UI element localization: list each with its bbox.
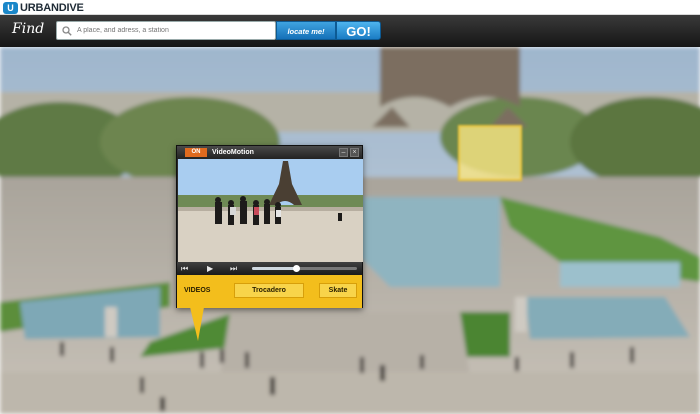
play-icon[interactable]: ▶ bbox=[207, 263, 213, 274]
brand-bar: U URBANDIVE bbox=[0, 0, 700, 15]
logo-mark: U bbox=[3, 1, 18, 14]
minimize-icon[interactable]: – bbox=[339, 148, 348, 157]
close-icon[interactable]: × bbox=[350, 148, 359, 157]
logo-text: URBANDIVE bbox=[20, 1, 84, 14]
progress-bar[interactable] bbox=[252, 265, 357, 272]
forward-icon[interactable]: ⏭ bbox=[230, 263, 237, 274]
urbandive-page: U URBANDIVE Find locate me! GO! bbox=[0, 0, 700, 414]
go-button[interactable]: GO! bbox=[336, 21, 381, 40]
search-input[interactable] bbox=[77, 22, 273, 39]
find-label: Find bbox=[12, 21, 45, 37]
search-box[interactable] bbox=[56, 21, 276, 40]
urbandive-logo[interactable]: U URBANDIVE bbox=[3, 1, 84, 14]
rewind-icon[interactable]: ⏮ bbox=[181, 263, 188, 274]
video-controls: ⏮ ▶ ⏭ bbox=[177, 262, 362, 275]
popup-title: VideoMotion bbox=[212, 149, 254, 156]
find-bar: Find locate me! GO! bbox=[0, 15, 700, 47]
popup-header: ON VideoMotion – × bbox=[177, 146, 362, 159]
video-player[interactable] bbox=[178, 159, 363, 262]
distant-video-pin[interactable] bbox=[458, 125, 522, 181]
video-popup: ON VideoMotion – × ⏮ ▶ ⏭ VIDEOS Trocader… bbox=[176, 145, 363, 308]
locate-me-button[interactable]: locate me! bbox=[276, 21, 336, 40]
search-icon bbox=[62, 26, 72, 36]
progress-handle[interactable] bbox=[293, 265, 301, 272]
tags-label: VIDEOS bbox=[184, 287, 211, 294]
tag-skate[interactable]: Skate bbox=[319, 283, 357, 298]
video-tags: VIDEOS Trocadero Skate bbox=[177, 275, 362, 308]
on-badge[interactable]: ON bbox=[185, 148, 207, 157]
video-frame-image bbox=[178, 159, 363, 262]
popup-pointer bbox=[190, 307, 204, 341]
tag-trocadero[interactable]: Trocadero bbox=[234, 283, 304, 298]
progress-fill bbox=[252, 267, 297, 270]
